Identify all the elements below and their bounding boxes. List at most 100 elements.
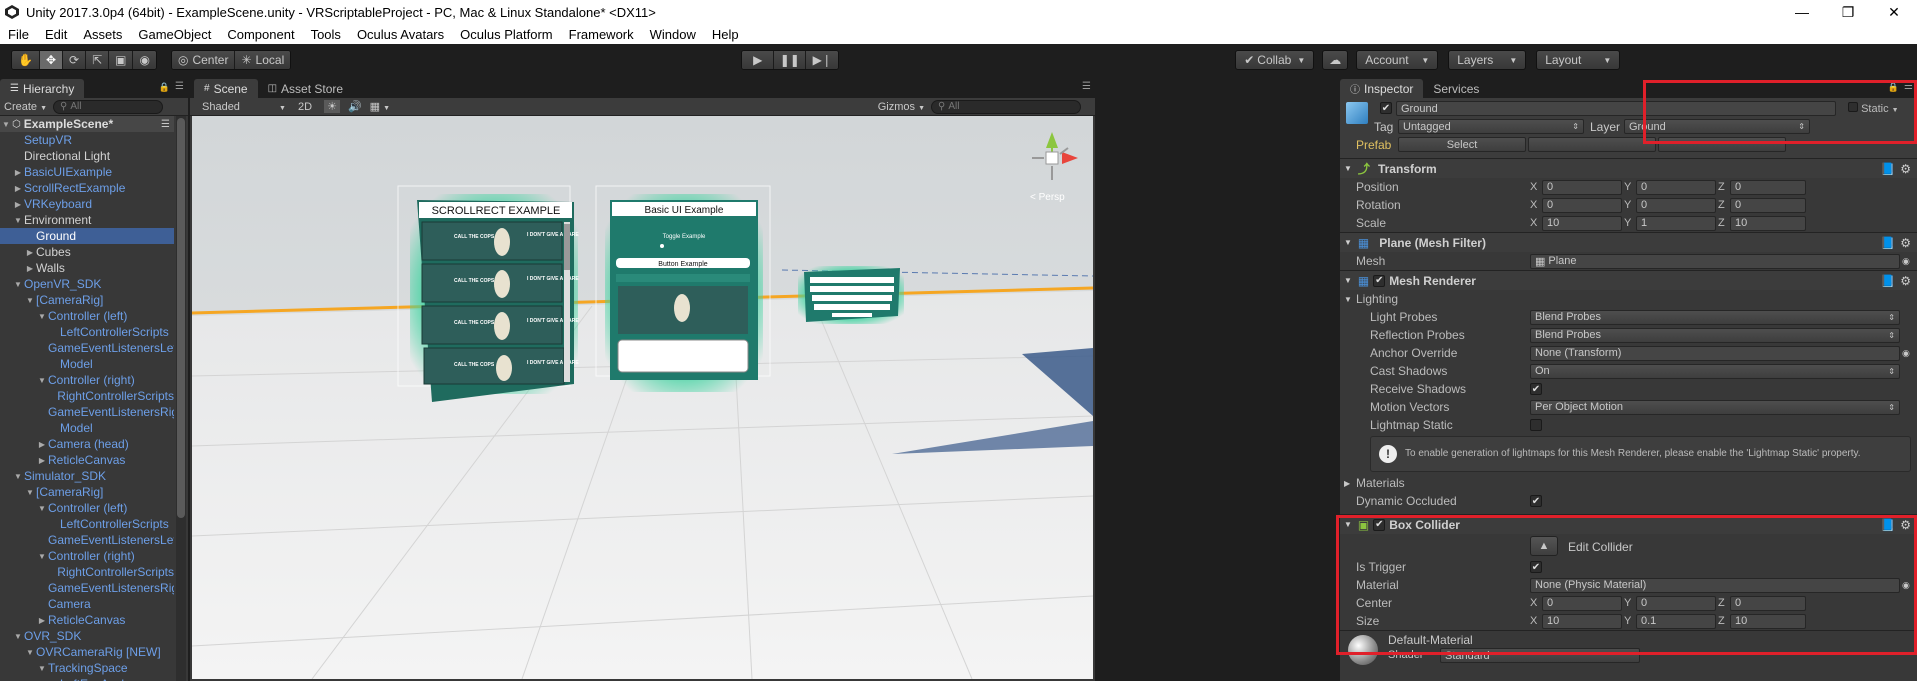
hierarchy-scrollbar[interactable]: [176, 116, 186, 681]
collab-dropdown[interactable]: ✔ Collab ▼: [1235, 50, 1315, 70]
rotation-y-field[interactable]: 0: [1636, 197, 1716, 213]
hierarchy-item[interactable]: ▼ Controller (left): [0, 308, 174, 324]
chevron-right-icon[interactable]: ▶: [36, 440, 48, 449]
menu-gameobject[interactable]: GameObject: [130, 27, 219, 42]
account-dropdown[interactable]: Account ▼: [1356, 50, 1439, 70]
hierarchy-item[interactable]: ▼ Controller (left): [0, 500, 174, 516]
slider-example[interactable]: [616, 274, 750, 282]
hierarchy-item[interactable]: ▼ TrackingSpace: [0, 660, 174, 676]
scale-x-field[interactable]: 10: [1542, 215, 1622, 231]
hierarchy-item[interactable]: Directional Light: [0, 148, 174, 164]
rect-tool-button[interactable]: ▣: [109, 51, 134, 69]
chevron-down-icon[interactable]: ▼: [12, 472, 24, 481]
scale-tool-button[interactable]: ⇱: [86, 51, 110, 69]
chevron-down-icon[interactable]: ▼: [36, 312, 48, 321]
rotation-z-field[interactable]: 0: [1730, 197, 1806, 213]
audio-toggle-icon[interactable]: 🔊: [348, 100, 362, 113]
cast-shadows-dropdown[interactable]: On ⇕: [1530, 363, 1900, 379]
chevron-down-icon[interactable]: ▼: [36, 376, 48, 385]
hierarchy-item[interactable]: ▼ Environment: [0, 212, 174, 228]
hierarchy-item[interactable]: ▼ Controller (right): [0, 372, 174, 388]
gear-icon[interactable]: ⚙: [1900, 236, 1911, 250]
minimize-button[interactable]: —: [1779, 0, 1825, 24]
active-checkbox[interactable]: ✔: [1380, 102, 1392, 114]
chevron-down-icon[interactable]: ▼: [0, 120, 12, 129]
chevron-down-icon[interactable]: ▼: [12, 280, 24, 289]
hierarchy-item[interactable]: ▼ Simulator_SDK: [0, 468, 174, 484]
dynamic-occluded-checkbox[interactable]: ✔: [1530, 495, 1542, 507]
hierarchy-item[interactable]: Ground: [0, 228, 174, 244]
scrollrect-example-panel[interactable]: SCROLLRECT EXAMPLE CALL THE COPS I DON'T…: [397, 185, 579, 402]
hierarchy-item[interactable]: Model: [0, 356, 174, 372]
help-book-icon[interactable]: 📘: [1880, 274, 1895, 288]
position-z-field[interactable]: 0: [1730, 179, 1806, 195]
hierarchy-item[interactable]: ▼ OVRCameraRig [NEW]: [0, 644, 174, 660]
persp-label[interactable]: < Persp: [1030, 192, 1065, 203]
gear-icon[interactable]: ⚙: [1900, 274, 1911, 288]
light-probes-dropdown[interactable]: Blend Probes ⇕: [1530, 309, 1900, 325]
restore-button[interactable]: ❐: [1825, 0, 1871, 24]
position-y-field[interactable]: 0: [1636, 179, 1716, 195]
help-book-icon[interactable]: 📘: [1880, 236, 1895, 250]
menu-oculus-avatars[interactable]: Oculus Avatars: [349, 27, 452, 42]
tab-inspector[interactable]: ⓘ Inspector: [1340, 79, 1424, 98]
cloud-button[interactable]: ☁: [1322, 50, 1349, 70]
hierarchy-search-input[interactable]: ⚲ All: [53, 99, 164, 114]
pause-button[interactable]: ❚❚: [774, 51, 807, 69]
object-picker-icon[interactable]: ◉: [1902, 348, 1910, 359]
panel-menu-icon[interactable]: ☰: [1082, 81, 1091, 92]
input-field-example[interactable]: [617, 339, 749, 373]
menu-file[interactable]: File: [0, 27, 37, 42]
receive-shadows-checkbox[interactable]: ✔: [1530, 383, 1542, 395]
2d-toggle[interactable]: 2D: [298, 101, 312, 113]
hierarchy-item[interactable]: ▶ Cubes: [0, 244, 174, 260]
gear-icon[interactable]: ⚙: [1900, 162, 1911, 176]
scrollbar-thumb[interactable]: [564, 224, 570, 270]
chevron-down-icon[interactable]: ▼: [12, 216, 24, 225]
hierarchy-item[interactable]: LeftEyeAnchor: [0, 676, 174, 681]
hierarchy-item[interactable]: LeftControllerScripts: [0, 516, 174, 532]
move-tool-button[interactable]: ✥: [39, 51, 64, 69]
lighting-foldout[interactable]: ▼ Lighting: [1340, 290, 1917, 308]
scene-root-row[interactable]: ▼ ⬡ ExampleScene* ☰: [0, 116, 174, 132]
tab-scene[interactable]: # Scene: [194, 79, 258, 98]
chevron-right-icon[interactable]: ▶: [24, 264, 36, 273]
scrollbar-thumb[interactable]: [177, 118, 185, 518]
vr-keyboard[interactable]: [798, 266, 904, 324]
chevron-down-icon[interactable]: ▼: [12, 632, 24, 641]
chevron-right-icon[interactable]: ▶: [12, 200, 24, 209]
chevron-right-icon[interactable]: ▶: [12, 168, 24, 177]
hierarchy-item[interactable]: ▼ [CameraRig]: [0, 292, 174, 308]
mesh-filter-header[interactable]: ▼ ▦ Plane (Mesh Filter) 📘 ⚙: [1340, 232, 1917, 252]
scene-render[interactable]: SCROLLRECT EXAMPLE CALL THE COPS I DON'T…: [192, 116, 1093, 679]
rotate-tool-button[interactable]: ⟳: [63, 51, 87, 69]
scale-y-field[interactable]: 1: [1636, 215, 1716, 231]
menu-window[interactable]: Window: [642, 27, 704, 42]
effects-dropdown-icon[interactable]: ▦ ▼: [370, 100, 390, 113]
tab-hierarchy[interactable]: ☰ Hierarchy: [0, 79, 85, 98]
chevron-down-icon[interactable]: ▼: [36, 664, 48, 673]
menu-component[interactable]: Component: [219, 27, 302, 42]
object-picker-icon[interactable]: ◉: [1902, 256, 1910, 267]
menu-framework[interactable]: Framework: [561, 27, 642, 42]
tag-dropdown[interactable]: Untagged ⇕: [1398, 119, 1584, 134]
hand-tool-button[interactable]: ✋: [12, 51, 40, 69]
hierarchy-item[interactable]: GameEventListenersLeft: [0, 532, 174, 548]
mesh-field[interactable]: ▦ Plane: [1530, 253, 1900, 269]
materials-foldout[interactable]: ▶ Materials: [1340, 474, 1917, 492]
chevron-down-icon[interactable]: ▼: [36, 552, 48, 561]
hierarchy-item[interactable]: Camera: [0, 596, 174, 612]
rotation-x-field[interactable]: 0: [1542, 197, 1622, 213]
hierarchy-item[interactable]: ▼ OVR_SDK: [0, 628, 174, 644]
hierarchy-item[interactable]: ▶ BasicUIExample: [0, 164, 174, 180]
layout-dropdown[interactable]: Layout ▼: [1536, 50, 1621, 70]
prefab-revert-button[interactable]: [1528, 137, 1656, 152]
transform-tool-button[interactable]: ◉: [133, 51, 156, 69]
motion-vectors-dropdown[interactable]: Per Object Motion ⇕: [1530, 399, 1900, 415]
tab-asset-store[interactable]: ◫ Asset Store: [258, 79, 353, 98]
hierarchy-item[interactable]: GameEventListenersLeft: [0, 340, 174, 356]
chevron-right-icon[interactable]: ▶: [36, 616, 48, 625]
menu-tools[interactable]: Tools: [303, 27, 349, 42]
mesh-renderer-enabled-checkbox[interactable]: ✔: [1373, 274, 1386, 287]
chevron-down-icon[interactable]: ▼: [24, 648, 36, 657]
